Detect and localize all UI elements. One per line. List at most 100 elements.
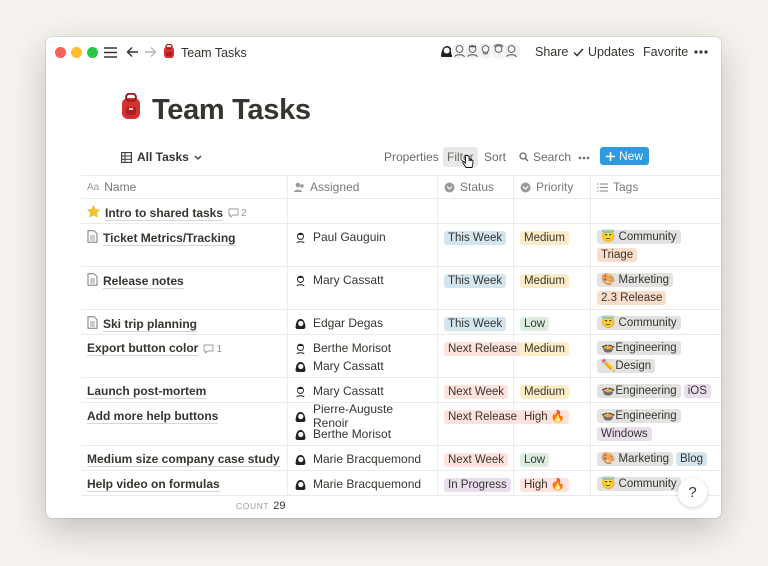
tags-cell[interactable] (591, 199, 721, 223)
name-cell[interactable]: Ticket Metrics/Tracking (81, 224, 288, 266)
table-row[interactable]: Launch post-mortem Mary Cassatt Next Week M… (81, 378, 721, 403)
tags-cell[interactable]: 😇 Community Triage (591, 224, 721, 266)
table-row[interactable]: Export button color 1 Berthe Morisot Mary C… (81, 335, 721, 378)
properties-button[interactable]: Properties (380, 147, 443, 167)
count-value: 29 (273, 500, 286, 512)
priority-cell[interactable]: Medium (514, 267, 591, 309)
updates-button[interactable]: Updates (573, 45, 635, 59)
table-row[interactable]: Release notes Mary Cassatt This Week Medium… (81, 267, 721, 310)
breadcrumb[interactable]: Team Tasks (163, 43, 247, 61)
assigned-cell[interactable]: Mary Cassatt (288, 267, 438, 309)
priority-badge: Medium (520, 231, 569, 245)
status-cell[interactable]: In Progress (438, 471, 514, 495)
new-button[interactable]: New (600, 147, 649, 165)
task-name[interactable]: Intro to shared tasks (105, 206, 224, 221)
task-name[interactable]: Release notes (103, 274, 184, 289)
view-selector[interactable]: All Tasks (121, 150, 202, 164)
task-name[interactable]: Ski trip planning (103, 317, 198, 332)
column-header-name[interactable]: Aa Name (81, 176, 288, 198)
task-name[interactable]: Export button color (87, 341, 199, 356)
tags-cell[interactable]: 🍲Engineering Windows (591, 403, 721, 445)
priority-cell[interactable]: Low (514, 310, 591, 334)
status-cell[interactable]: This Week (438, 310, 514, 334)
column-header-assigned[interactable]: Assigned (288, 176, 438, 198)
name-cell[interactable]: Intro to shared tasks 2 (81, 199, 288, 223)
favorite-button[interactable]: Favorite (643, 45, 688, 59)
priority-cell[interactable]: Low (514, 446, 591, 470)
column-header-priority[interactable]: Priority (514, 176, 591, 198)
comment-count[interactable]: 2 (228, 206, 247, 220)
tags-cell[interactable]: 🎨 Marketing 2.3 Release (591, 267, 721, 309)
back-arrow-icon[interactable] (124, 44, 140, 60)
menu-icon[interactable] (102, 44, 118, 60)
table-row[interactable]: Ticket Metrics/Tracking Paul Gauguin This … (81, 224, 721, 267)
more-view-options-icon[interactable] (574, 148, 594, 168)
tasks-table: Aa Name Assigned Status Priority Tags In… (81, 175, 721, 496)
priority-cell[interactable]: High 🔥 (514, 403, 591, 445)
tags-cell[interactable]: 🍲Engineering iOS (591, 378, 721, 402)
sort-button[interactable]: Sort (480, 147, 510, 167)
task-name[interactable]: Help video on formulas (87, 477, 220, 492)
assigned-cell[interactable]: Berthe Morisot Mary Cassatt (288, 335, 438, 377)
table-row[interactable]: Ski trip planning Edgar Degas This Week Low… (81, 310, 721, 335)
status-cell[interactable]: Next Week (438, 446, 514, 470)
share-button[interactable]: Share (535, 45, 568, 59)
assigned-cell[interactable]: Marie Bracquemond (288, 446, 438, 470)
status-cell[interactable]: Next Release (438, 335, 522, 377)
table-row[interactable]: Add more help buttons Pierre-Auguste Reno… (81, 402, 721, 446)
table-row[interactable]: Intro to shared tasks 2 (81, 199, 721, 224)
assigned-cell[interactable]: Edgar Degas (288, 310, 438, 334)
comment-count[interactable]: 1 (203, 342, 222, 356)
name-cell[interactable]: Medium size company case study (81, 446, 288, 470)
tag-badge: 2.3 Release (597, 291, 667, 305)
priority-cell[interactable] (514, 199, 591, 223)
tags-cell[interactable]: 🎨 Marketing Blog (591, 446, 721, 470)
table-row[interactable]: Help video on formulas Marie Bracquemond I… (81, 471, 721, 496)
close-window-button[interactable] (55, 47, 66, 58)
priority-cell[interactable]: Medium (514, 335, 591, 377)
table-row[interactable]: Medium size company case study Marie Brac… (81, 446, 721, 471)
task-name[interactable]: Medium size company case study (87, 452, 280, 467)
person: Edgar Degas (294, 314, 431, 332)
assigned-cell[interactable]: Mary Cassatt (288, 378, 438, 402)
task-name[interactable]: Ticket Metrics/Tracking (103, 231, 236, 246)
status-cell[interactable]: Next Week (438, 378, 514, 402)
name-cell[interactable]: Help video on formulas (81, 471, 288, 495)
name-cell[interactable]: Ski trip planning (81, 310, 288, 334)
assigned-cell[interactable]: Marie Bracquemond (288, 471, 438, 495)
name-cell[interactable]: Export button color 1 (81, 335, 288, 377)
status-cell[interactable]: Next Release (438, 403, 522, 445)
column-header-status[interactable]: Status (438, 176, 514, 198)
assigned-cell[interactable]: Pierre-Auguste Renoir Berthe Morisot (288, 402, 438, 445)
tags-cell[interactable]: 🍲Engineering ✏️Design (591, 335, 721, 377)
status-badge: This Week (444, 274, 507, 288)
tags-cell[interactable]: 😇 Community (591, 310, 721, 334)
more-options-icon[interactable] (694, 50, 708, 54)
search-button[interactable]: Search (515, 147, 575, 167)
name-cell[interactable]: Launch post-mortem (81, 378, 288, 402)
priority-cell[interactable]: High 🔥 (514, 471, 591, 495)
status-cell[interactable] (438, 199, 514, 223)
name-cell[interactable]: Release notes (81, 267, 288, 309)
tag-list: 🎨 Marketing 2.3 Release (597, 273, 715, 309)
task-name[interactable]: Add more help buttons (87, 409, 219, 424)
name-cell[interactable]: Add more help buttons (81, 403, 288, 445)
priority-cell[interactable]: Medium (514, 224, 591, 266)
tag-badge: 😇 Community (597, 477, 681, 491)
assigned-cell[interactable]: Paul Gauguin (288, 224, 438, 266)
assigned-cell[interactable] (288, 199, 438, 223)
help-button[interactable]: ? (678, 478, 707, 507)
priority-cell[interactable]: Medium (514, 378, 591, 402)
status-cell[interactable]: This Week (438, 267, 514, 309)
task-name[interactable]: Launch post-mortem (87, 384, 207, 399)
priority-badge: High 🔥 (520, 410, 570, 424)
maximize-window-button[interactable] (87, 47, 98, 58)
person-name: Marie Bracquemond (313, 452, 422, 466)
app-window: Team Tasks Share Updates Favorite Team T… (46, 37, 721, 518)
tag-list: 😇 Community (597, 316, 715, 334)
minimize-window-button[interactable] (71, 47, 82, 58)
collaborator-avatars[interactable] (438, 42, 521, 60)
forward-arrow-icon[interactable] (142, 44, 158, 60)
column-header-tags[interactable]: Tags (591, 176, 721, 198)
status-cell[interactable]: This Week (438, 224, 514, 266)
